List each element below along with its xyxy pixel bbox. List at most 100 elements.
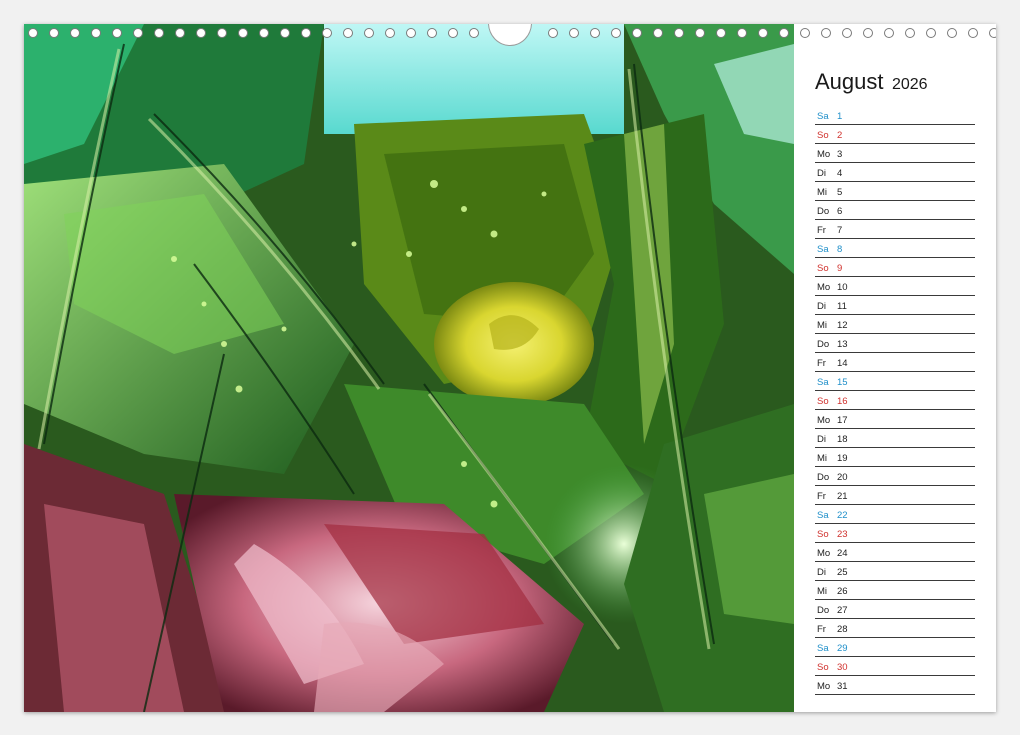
day-number: 13 <box>837 339 848 350</box>
weekday-label: Sa <box>817 510 829 521</box>
weekday-label: So <box>817 263 829 274</box>
binding-ring <box>385 28 395 38</box>
binding-ring <box>695 28 705 38</box>
weekday-label: Do <box>817 472 830 483</box>
calendar-page: August 2026 Sa 1 So 2 Mo 3 Di 4 Mi 5 Do 6 Fr 7 Sa 8 So 9 M… <box>24 24 996 712</box>
weekday-label: Sa <box>817 244 829 255</box>
day-number: 5 <box>837 187 843 198</box>
day-number: 20 <box>837 472 848 483</box>
calendar-day-row: Mi 5 <box>815 182 975 201</box>
binding-ring <box>175 28 185 38</box>
weekday-label: Di <box>817 434 826 445</box>
calendar-day-row: Mo 3 <box>815 144 975 163</box>
day-number: 3 <box>837 149 843 160</box>
weekday-label: So <box>817 396 829 407</box>
calendar-day-row: Mo 31 <box>815 676 975 695</box>
day-list: Sa 1 So 2 Mo 3 Di 4 Mi 5 Do 6 Fr 7 Sa 8 So 9 Mo 10 Di 11 Mi 12 D… <box>815 106 975 695</box>
day-number: 9 <box>837 263 843 274</box>
calendar-title: August 2026 <box>815 69 928 95</box>
weekday-label: Di <box>817 301 826 312</box>
calendar-day-row: Do 13 <box>815 334 975 353</box>
day-number: 7 <box>837 225 843 236</box>
binding-ring <box>49 28 59 38</box>
binding-ring <box>91 28 101 38</box>
binding-ring <box>737 28 747 38</box>
binding-ring <box>758 28 768 38</box>
binding-ring <box>674 28 684 38</box>
weekday-label: Mo <box>817 149 831 160</box>
year-label: 2026 <box>891 76 928 93</box>
weekday-label: Do <box>817 339 830 350</box>
calendar-day-row: Fr 14 <box>815 353 975 372</box>
binding-ring <box>28 28 38 38</box>
binding-ring <box>569 28 579 38</box>
day-number: 11 <box>837 301 847 312</box>
weekday-label: So <box>817 662 829 673</box>
artwork-image <box>24 24 794 712</box>
calendar-day-row: Di 11 <box>815 296 975 315</box>
day-number: 17 <box>837 415 848 426</box>
weekday-label: Mi <box>817 187 828 198</box>
binding-ring <box>133 28 143 38</box>
binding-ring <box>590 28 600 38</box>
binding-ring <box>632 28 642 38</box>
day-number: 24 <box>837 548 848 559</box>
weekday-label: Do <box>817 605 830 616</box>
day-number: 26 <box>837 586 848 597</box>
binding-ring <box>217 28 227 38</box>
calendar-day-row: Sa 29 <box>815 638 975 657</box>
binding-ring <box>196 28 206 38</box>
calendar-day-row: Di 4 <box>815 163 975 182</box>
calendar-day-row: Mo 10 <box>815 277 975 296</box>
binding-ring <box>154 28 164 38</box>
weekday-label: Sa <box>817 643 829 654</box>
calendar-day-row: Sa 8 <box>815 239 975 258</box>
weekday-label: Mi <box>817 320 828 331</box>
calendar-day-row: Fr 28 <box>815 619 975 638</box>
weekday-label: Mo <box>817 548 831 559</box>
day-number: 25 <box>837 567 848 578</box>
weekday-label: Fr <box>817 624 826 635</box>
binding-ring <box>448 28 458 38</box>
calendar-day-row: Fr 7 <box>815 220 975 239</box>
binding-ring <box>364 28 374 38</box>
weekday-label: Sa <box>817 377 829 388</box>
binding-ring <box>259 28 269 38</box>
calendar-day-row: So 2 <box>815 125 975 144</box>
day-number: 16 <box>837 396 848 407</box>
day-number: 4 <box>837 168 843 179</box>
weekday-label: So <box>817 130 829 141</box>
weekday-label: Di <box>817 168 826 179</box>
binding-ring <box>779 28 789 38</box>
calendar-day-row: Mi 19 <box>815 448 975 467</box>
binding-ring <box>70 28 80 38</box>
weekday-label: Mo <box>817 681 831 692</box>
day-number: 12 <box>837 320 848 331</box>
day-number: 2 <box>837 130 843 141</box>
day-number: 14 <box>837 358 848 369</box>
weekday-label: Mi <box>817 586 828 597</box>
calendar-day-row: Fr 21 <box>815 486 975 505</box>
month-label: August <box>815 69 884 94</box>
weekday-label: Do <box>817 206 830 217</box>
encaustic-artwork <box>24 24 794 712</box>
binding-ring <box>301 28 311 38</box>
binding-ring <box>716 28 726 38</box>
weekday-label: Fr <box>817 358 826 369</box>
calendar-day-row: So 9 <box>815 258 975 277</box>
binding-ring <box>469 28 479 38</box>
binding-ring <box>611 28 621 38</box>
day-number: 8 <box>837 244 843 255</box>
weekday-label: Di <box>817 567 826 578</box>
calendar-day-row: Mo 24 <box>815 543 975 562</box>
binding-ring <box>343 28 353 38</box>
binding-ring <box>238 28 248 38</box>
calendar-day-row: Do 27 <box>815 600 975 619</box>
calendar-day-row: So 30 <box>815 657 975 676</box>
calendar-day-row: So 16 <box>815 391 975 410</box>
calendar-panel: August 2026 Sa 1 So 2 Mo 3 Di 4 Mi 5 Do 6 Fr 7 Sa 8 So 9 M… <box>794 24 996 712</box>
binding-ring <box>112 28 122 38</box>
binding-ring <box>653 28 663 38</box>
day-number: 30 <box>837 662 848 673</box>
day-number: 23 <box>837 529 848 540</box>
